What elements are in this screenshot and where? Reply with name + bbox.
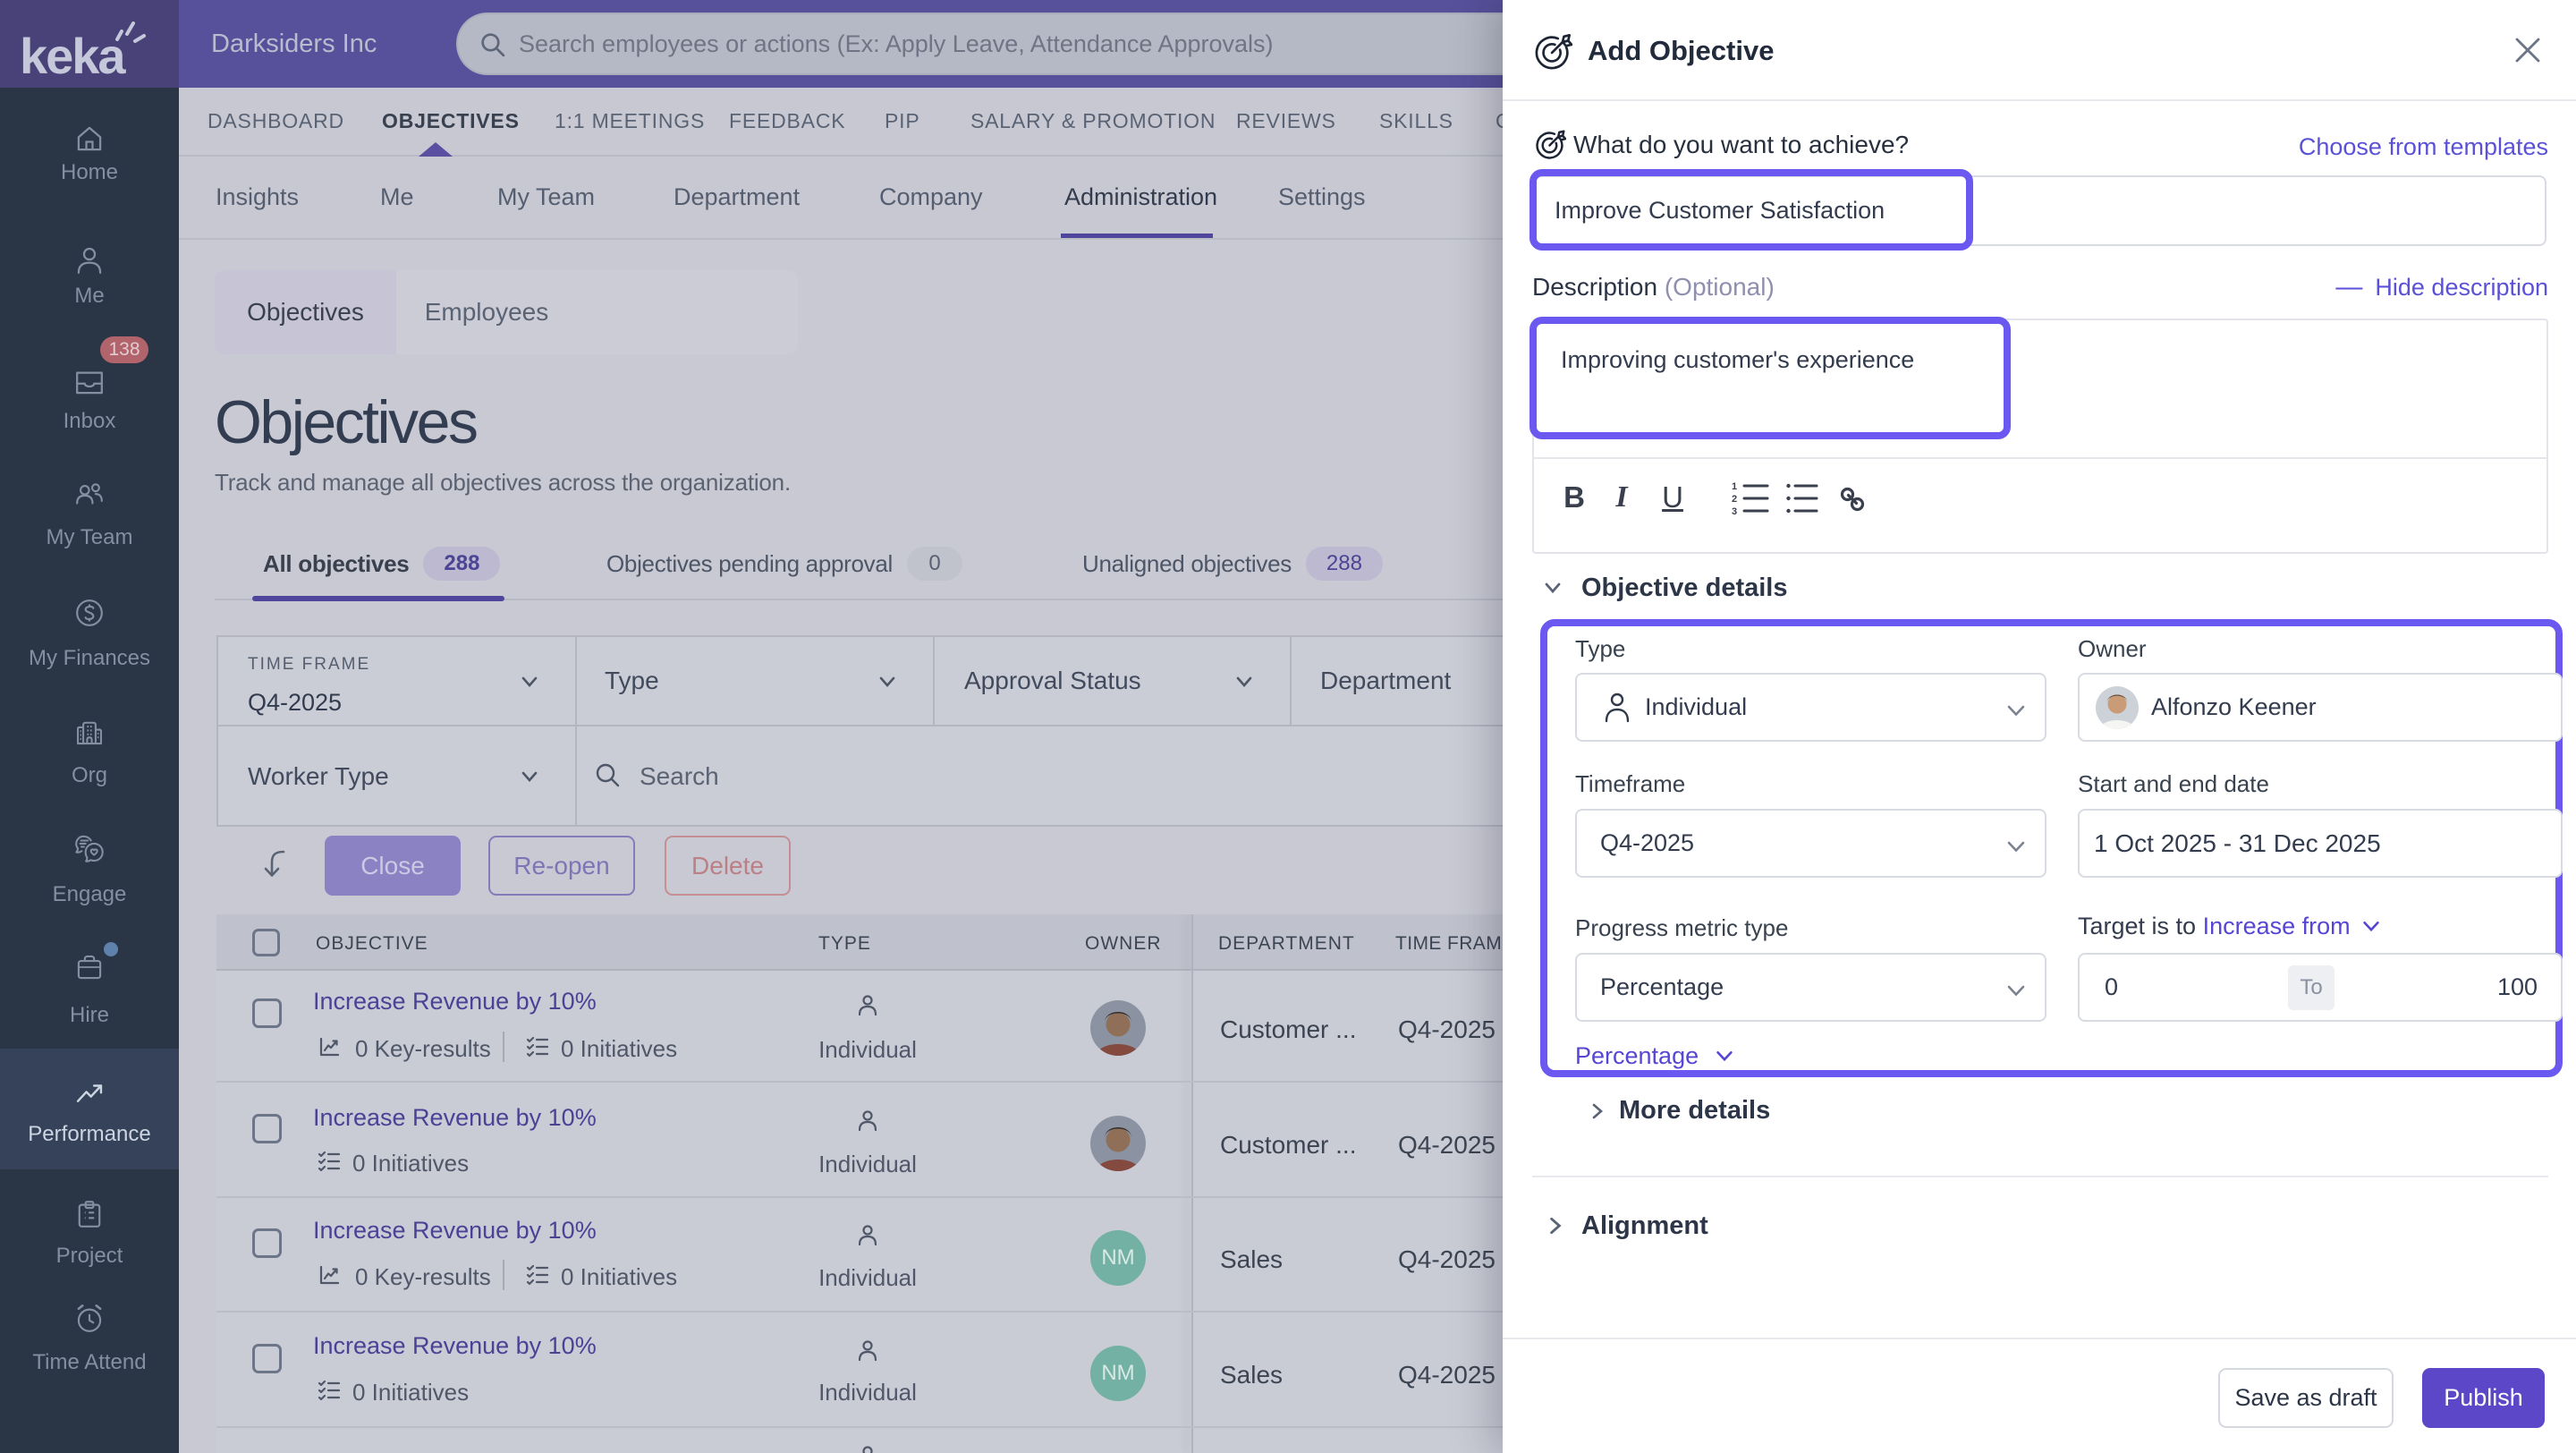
svg-text:1: 1 xyxy=(1732,481,1737,492)
svg-text:2: 2 xyxy=(1732,494,1737,505)
svg-text:3: 3 xyxy=(1732,506,1737,515)
